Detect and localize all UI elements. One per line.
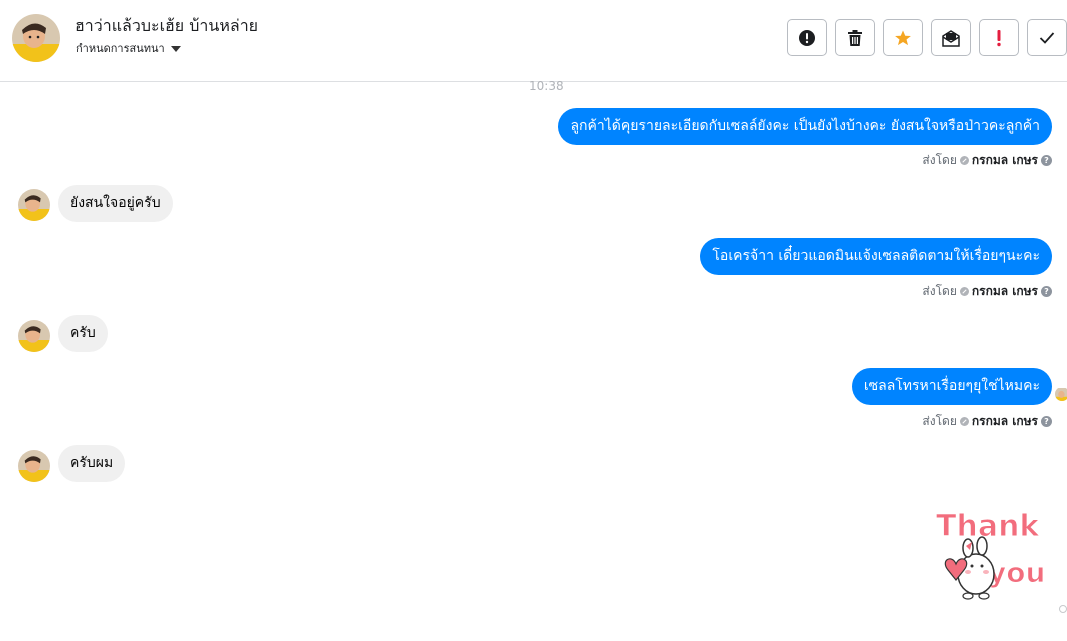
contact-avatar[interactable] [12,14,60,62]
star-icon [895,30,911,45]
star-button[interactable] [883,19,923,56]
conversation-title: ฮาว่าแล้วบะเฮ้ย บ้านหล่าย [75,16,259,35]
contact-avatar-small[interactable] [18,450,50,482]
message-timestamp: 10:38 [529,79,564,93]
sent-by-info: ส่งโดย กรกมล เกษร ? [922,412,1052,431]
help-icon[interactable]: ? [1041,416,1052,427]
caret-down-icon [170,45,181,52]
outgoing-message[interactable]: ลูกค้าได้คุยรายละเอียดกับเซลล์ยังคะ เป็น… [558,108,1052,145]
sender-name[interactable]: กรกมล เกษร [972,282,1038,301]
incoming-message[interactable]: ครับ [58,315,108,352]
contact-avatar-small[interactable] [18,189,50,221]
delete-button[interactable] [835,19,875,56]
exclamation-icon [997,29,1001,46]
incoming-message[interactable]: ยังสนใจอยู่ครับ [58,185,173,222]
contact-avatar-small[interactable] [18,320,50,352]
thank-you-sticker[interactable]: Thank you [930,502,1052,606]
alert-circle-icon [799,29,815,46]
help-icon[interactable]: ? [1041,286,1052,297]
mark-unread-button[interactable] [931,19,971,56]
sticker-text-line2: you [988,556,1045,589]
outgoing-message[interactable]: โอเครจ้าา เดี๋ยวแอดมินแจ้งเซลลติดตามให้เ… [700,238,1052,275]
sender-name[interactable]: กรกมล เกษร [972,412,1038,431]
sender-verified-icon [959,417,969,426]
done-button[interactable] [1027,19,1067,56]
help-icon[interactable]: ? [1041,155,1052,166]
conversation-settings-dropdown[interactable]: กำหนดการสนทนา [76,39,181,57]
sender-verified-icon [959,156,969,165]
outgoing-message[interactable]: เซลลโทรหาเรื่อยๆยุใช่ไหมคะ [851,368,1052,405]
envelope-icon [942,29,960,47]
conversation-header: ฮาว่าแล้วบะเฮ้ย บ้านหล่าย กำหนดการสนทนา [0,0,1067,82]
sent-by-label: ส่งโดย [922,414,957,428]
sender-verified-icon [959,287,969,296]
sent-by-info: ส่งโดย กรกมล เกษร ? [922,151,1052,170]
conversation-toolbar [787,19,1067,56]
seen-indicator-avatar [1055,387,1067,401]
info-button[interactable] [787,19,827,56]
check-icon [1039,31,1055,44]
sent-by-info: ส่งโดย กรกมล เกษร ? [922,282,1052,301]
incoming-message[interactable]: ครับผม [58,445,126,482]
important-button[interactable] [979,19,1019,56]
sticker-text-line1: Thank [936,509,1040,544]
trash-icon [848,29,862,46]
sender-name[interactable]: กรกมล เกษร [972,151,1038,170]
sent-by-label: ส่งโดย [922,284,957,298]
conversation-settings-label: กำหนดการสนทนา [76,42,165,55]
sent-by-label: ส่งโดย [922,153,957,167]
scroll-indicator-icon [1059,605,1067,613]
